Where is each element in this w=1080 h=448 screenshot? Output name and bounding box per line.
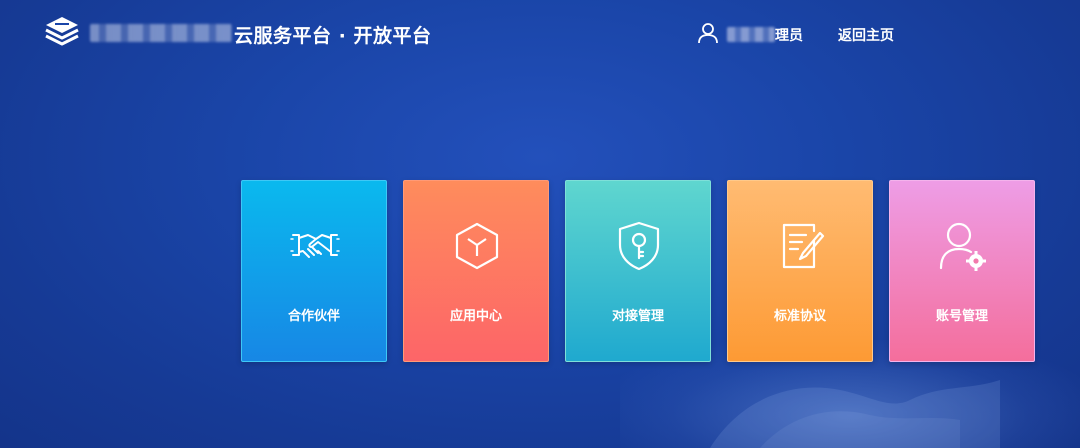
document-edit-icon	[782, 223, 825, 269]
brand-name-redacted	[90, 24, 232, 42]
layered-books-icon[interactable]	[44, 15, 80, 49]
user-settings-icon	[939, 222, 986, 271]
card-label: 账号管理	[935, 309, 988, 324]
cube-icon	[455, 222, 499, 270]
card-app-center[interactable]: 应用中心	[403, 180, 549, 362]
user-name-redacted	[727, 27, 775, 42]
card-standard-protocol[interactable]: 标准协议	[727, 180, 873, 362]
card-label: 标准协议	[773, 309, 826, 324]
card-label: 合作伙伴	[287, 309, 340, 324]
card-label: 应用中心	[449, 309, 502, 324]
brand-title: 云服务平台 · 开放平台	[234, 25, 432, 47]
card-partners[interactable]: 合作伙伴	[241, 180, 387, 362]
user-role-label[interactable]: 理员	[775, 25, 803, 45]
handshake-icon	[290, 234, 340, 258]
card-account-management[interactable]: 账号管理	[889, 180, 1035, 362]
user-icon[interactable]	[697, 22, 719, 44]
shield-key-icon	[618, 221, 660, 271]
card-integration-management[interactable]: 对接管理	[565, 180, 711, 362]
card-label: 对接管理	[611, 309, 664, 324]
return-home-link[interactable]: 返回主页	[838, 25, 894, 45]
background-handshake-image	[710, 380, 1000, 448]
top-navigation-bar: 云服务平台 · 开放平台 理员 返回主页	[0, 0, 1080, 66]
